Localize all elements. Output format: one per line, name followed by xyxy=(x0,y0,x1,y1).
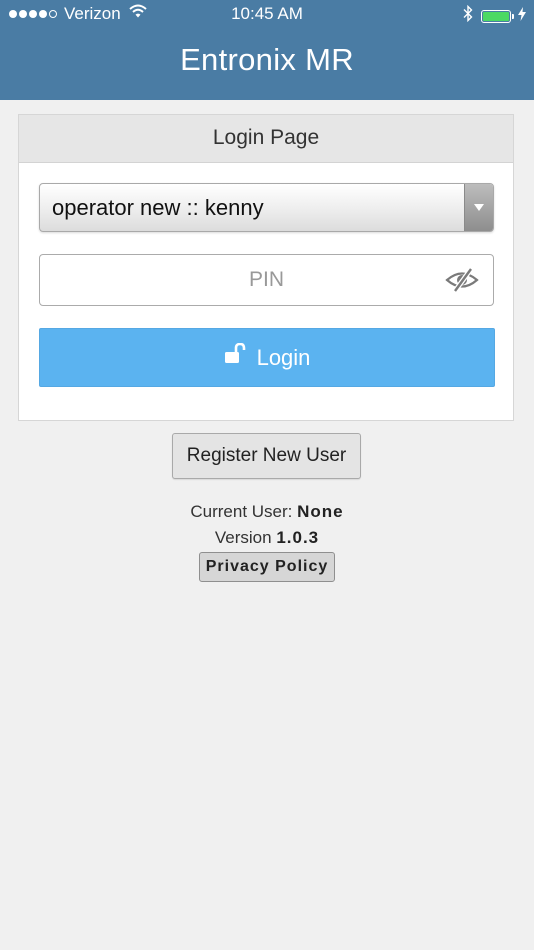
login-button-label: Login xyxy=(256,344,311,370)
unlock-icon xyxy=(224,342,248,369)
eye-slash-icon[interactable] xyxy=(445,267,479,297)
login-card: Login Page operator new :: kenny Login xyxy=(18,114,514,421)
login-button[interactable]: Login xyxy=(39,328,495,387)
current-user-info: Current User: None xyxy=(0,502,534,522)
pin-input[interactable] xyxy=(40,255,493,305)
privacy-policy-button[interactable]: Privacy Policy xyxy=(199,552,335,582)
version-info: Version 1.0.3 xyxy=(0,528,534,548)
status-bar: Verizon 10:45 AM xyxy=(0,0,534,30)
app-title: Entronix MR xyxy=(180,42,354,77)
current-user-value: None xyxy=(297,502,344,521)
app-header: Verizon 10:45 AM Entronix MR xyxy=(0,0,534,100)
battery-icon xyxy=(481,9,511,23)
pin-field[interactable] xyxy=(39,254,494,306)
current-user-label: Current User: xyxy=(190,502,293,521)
charging-icon xyxy=(518,6,526,26)
user-select[interactable]: operator new :: kenny xyxy=(39,183,494,232)
user-select-value: operator new :: kenny xyxy=(52,195,264,220)
version-value: 1.0.3 xyxy=(276,528,320,547)
login-page-title: Login Page xyxy=(19,115,513,163)
bluetooth-icon xyxy=(463,4,473,27)
version-label: Version xyxy=(214,528,272,547)
dropdown-arrow-icon[interactable] xyxy=(464,184,493,231)
status-time: 10:45 AM xyxy=(231,4,303,23)
register-new-user-button[interactable]: Register New User xyxy=(172,433,361,479)
